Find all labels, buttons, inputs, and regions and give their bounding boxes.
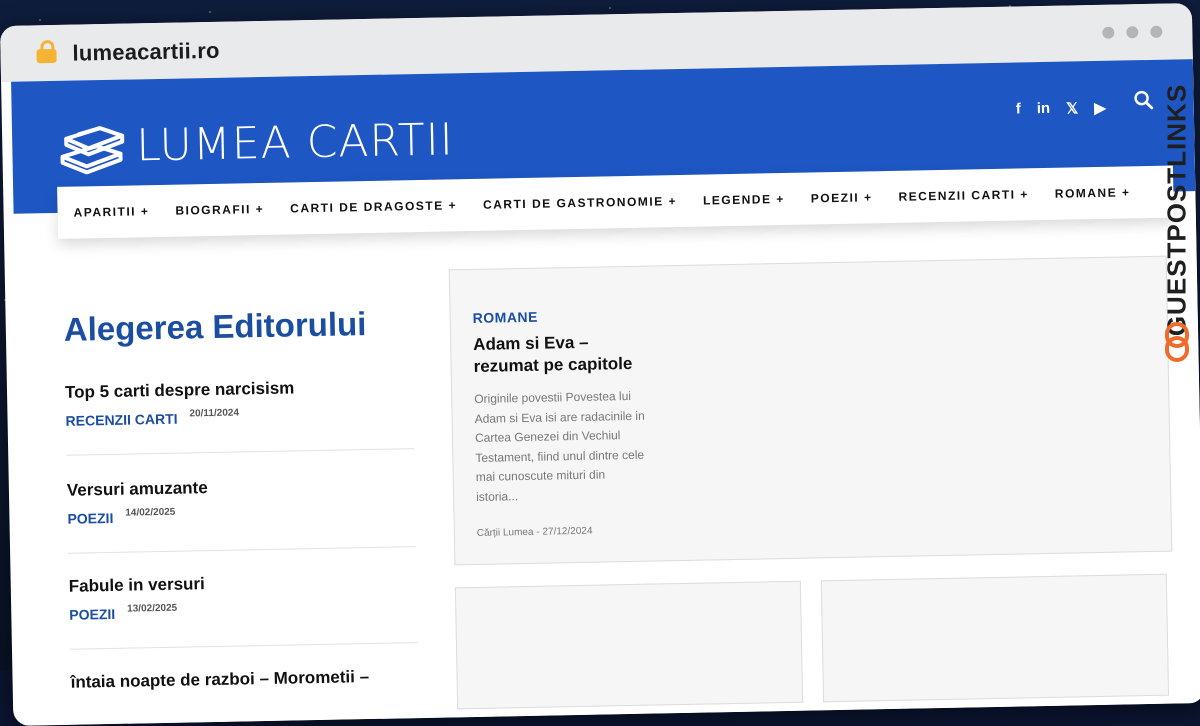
x-icon[interactable]: 𝕏 <box>1066 99 1078 117</box>
nav-item-biografii[interactable]: BIOGRAFII + <box>175 202 264 218</box>
pick-title[interactable]: Top 5 carti despre narcisism <box>65 376 413 403</box>
divider <box>68 546 417 554</box>
list-item: Versuri amuzante POEZII 14/02/2025 <box>67 474 417 554</box>
logo-text: LUMEA CARTII <box>135 113 455 171</box>
browser-window: lumeacartii.ro LUMEA CARTII f in 𝕏 ▶ APA… <box>0 3 1200 726</box>
divider <box>66 448 415 456</box>
pick-title[interactable]: Versuri amuzante <box>67 474 415 501</box>
nav-item-legende[interactable]: LEGENDE + <box>703 192 785 208</box>
pick-date: 20/11/2024 <box>189 407 240 420</box>
site-header: LUMEA CARTII f in 𝕏 ▶ APARITII + BIOGRAF… <box>11 59 1196 239</box>
pick-title[interactable]: întaia noapte de razboi – Morometii – <box>70 666 418 693</box>
chain-link-icon <box>1165 322 1189 362</box>
window-controls[interactable] <box>1102 25 1163 39</box>
pick-date: 13/02/2025 <box>127 602 178 615</box>
list-item: Top 5 carti despre narcisism RECENZII CA… <box>65 376 415 456</box>
list-item: Fabule in versuri POEZII 13/02/2025 <box>69 570 418 650</box>
divider <box>69 642 418 650</box>
pick-category[interactable]: RECENZII CARTI <box>65 411 177 429</box>
nav-item-romane[interactable]: ROMANE + <box>1055 185 1131 200</box>
website: LUMEA CARTII f in 𝕏 ▶ APARITII + BIOGRAF… <box>11 59 1200 726</box>
nav-item-carti-de-dragoste[interactable]: CARTI DE DRAGOSTE + <box>290 198 457 215</box>
lock-icon <box>36 48 57 64</box>
linkedin-icon[interactable]: in <box>1037 100 1051 118</box>
pick-category[interactable]: POEZII <box>69 606 115 623</box>
social-links: f in 𝕏 ▶ <box>1016 99 1106 119</box>
post-card[interactable] <box>820 573 1170 703</box>
featured-excerpt: Originile povestii Povestea lui Adam si … <box>474 388 645 504</box>
main-nav: APARITII + BIOGRAFII + CARTI DE DRAGOSTE… <box>57 165 1174 239</box>
window-dot[interactable] <box>1150 25 1163 38</box>
facebook-icon[interactable]: f <box>1016 100 1021 118</box>
featured-author[interactable]: Cărții Lumea <box>477 527 534 539</box>
site-logo[interactable]: LUMEA CARTII <box>56 111 454 175</box>
pick-category[interactable]: POEZII <box>67 510 113 527</box>
watermark-text: GUESTPOSTLINKS <box>1161 83 1192 337</box>
window-dot[interactable] <box>1102 26 1115 39</box>
window-dot[interactable] <box>1126 26 1139 39</box>
meta-separator: - <box>536 526 540 538</box>
featured-category[interactable]: ROMANE <box>473 309 539 326</box>
nav-item-aparitii[interactable]: APARITII + <box>73 204 149 219</box>
nav-item-poezii[interactable]: POEZII + <box>811 190 873 205</box>
pick-title[interactable]: Fabule in versuri <box>69 570 417 597</box>
featured-date: 27/12/2024 <box>542 525 593 538</box>
featured-title[interactable]: Adam si Eva – rezumat pe capitole <box>473 331 654 378</box>
nav-item-carti-de-gastronomie[interactable]: CARTI DE GASTRONOMIE + <box>483 194 677 212</box>
featured-post-card[interactable]: ROMANE Adam si Eva – rezumat pe capitole… <box>448 255 1173 566</box>
books-stack-icon <box>60 126 125 175</box>
guestpostlinks-watermark: GUESTPOSTLINKS <box>1160 60 1194 362</box>
address-bar[interactable]: lumeacartii.ro <box>72 38 220 67</box>
youtube-icon[interactable]: ▶ <box>1094 99 1106 117</box>
list-item: întaia noapte de razboi – Morometii – <box>70 666 418 693</box>
search-button[interactable] <box>1133 90 1154 115</box>
pick-date: 14/02/2025 <box>125 506 176 519</box>
search-icon <box>1134 90 1154 110</box>
post-card[interactable] <box>454 580 804 710</box>
featured-meta: Cărții Lumea - 27/12/2024 <box>477 526 593 539</box>
nav-item-recenzii-carti[interactable]: RECENZII CARTI + <box>898 187 1029 203</box>
editor-picks-title: Alegerea Editorului <box>63 305 367 348</box>
